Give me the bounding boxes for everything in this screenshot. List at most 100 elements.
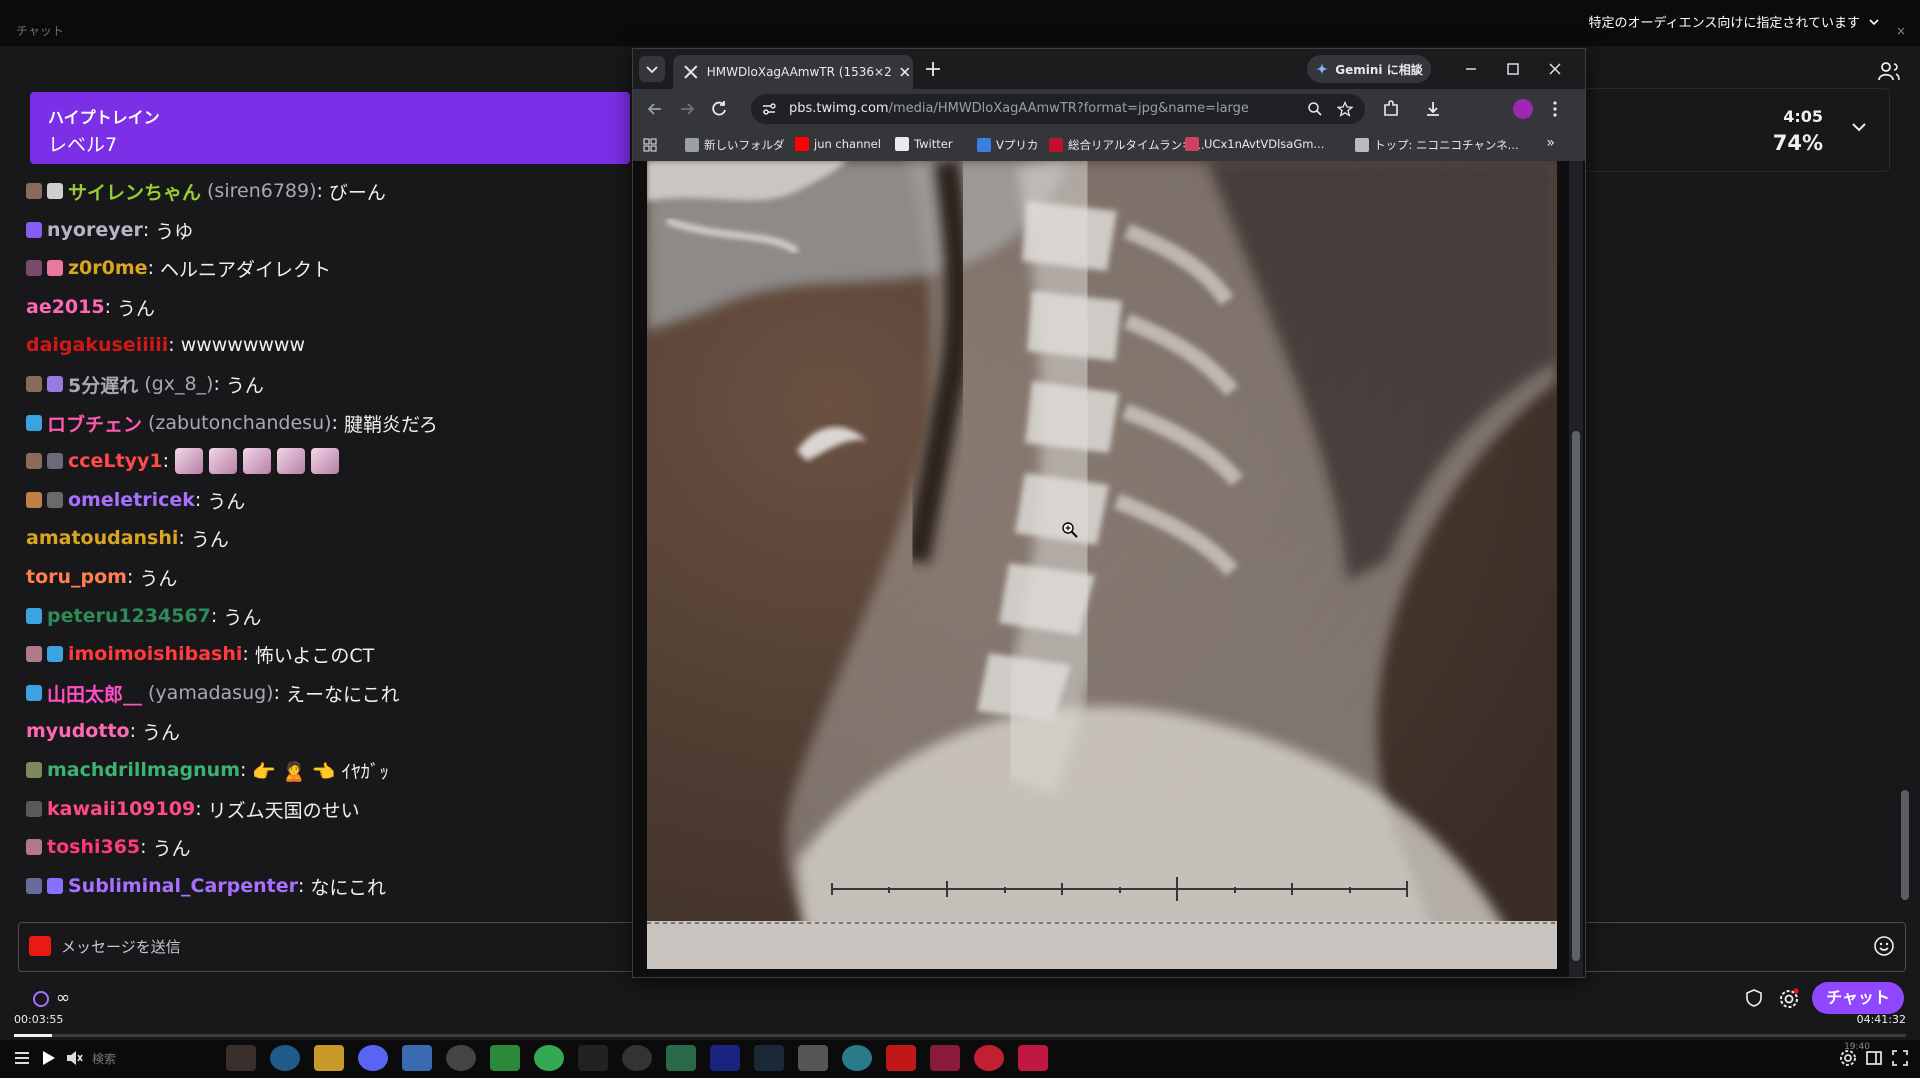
chat-username[interactable]: toshi365 <box>47 836 140 858</box>
hype-train-stats[interactable]: 4:05 74% <box>1540 88 1890 172</box>
user-badge-icon[interactable] <box>47 453 63 469</box>
app-icon[interactable] <box>798 1045 828 1071</box>
app-icon[interactable] <box>930 1045 960 1071</box>
minecraft-icon[interactable] <box>490 1045 520 1071</box>
user-badge-icon[interactable] <box>47 376 63 392</box>
app-icon[interactable] <box>886 1045 916 1071</box>
chat-username[interactable]: サイレンちゃん <box>68 178 201 205</box>
chat-emote[interactable] <box>277 448 305 474</box>
apps-grid-icon[interactable] <box>643 138 657 152</box>
chat-username[interactable]: imoimoishibashi <box>68 643 242 665</box>
more-options-icon[interactable] <box>1545 99 1565 119</box>
bookmark-item[interactable]: トップ: ニコニコチャンネ... <box>1355 137 1519 153</box>
site-info-icon[interactable] <box>761 101 777 117</box>
bookmark-item[interactable]: 総合リアルタイムランキ... <box>1049 137 1205 153</box>
browser-window[interactable]: HMWDloXagAAmwTR (1536×2 Gemini に相談 pbs.t… <box>632 48 1586 978</box>
taskbar-search[interactable]: 検索 <box>92 1050 212 1067</box>
back-arrow-icon[interactable] <box>645 99 665 119</box>
user-badge-icon[interactable] <box>26 839 42 855</box>
user-badge-icon[interactable] <box>26 415 42 431</box>
theater-mode-icon[interactable] <box>1864 1048 1884 1068</box>
browser-tab[interactable]: HMWDloXagAAmwTR (1536×2 <box>673 55 913 89</box>
chat-emote[interactable] <box>175 448 203 474</box>
new-tab-icon[interactable] <box>923 59 943 79</box>
bookmark-item[interactable]: UCx1nAvtVDlsaGm... <box>1185 137 1324 151</box>
obs-icon[interactable] <box>446 1045 476 1071</box>
chat-username[interactable]: peteru1234567 <box>47 605 211 627</box>
chevron-down-icon[interactable] <box>1849 117 1869 137</box>
bookmark-item[interactable]: Twitter <box>895 137 953 151</box>
chat-username[interactable]: cceLtyy1 <box>68 450 163 472</box>
tab-search-button[interactable] <box>639 56 665 82</box>
video-progress-bar[interactable] <box>14 1034 1906 1037</box>
chat-username[interactable]: nyoreyer <box>47 219 143 241</box>
gemini-button[interactable]: Gemini に相談 <box>1307 55 1431 83</box>
audience-dropdown[interactable]: 特定のオーディエンス向けに指定されています <box>1589 12 1880 31</box>
user-badge-icon[interactable] <box>26 762 42 778</box>
user-badge-icon[interactable] <box>26 646 42 662</box>
user-badge-icon[interactable] <box>26 260 42 276</box>
camera-icon[interactable] <box>29 936 51 956</box>
close-window-icon[interactable] <box>1545 59 1565 79</box>
app-icon[interactable] <box>622 1045 652 1071</box>
chat-user-login[interactable]: (siren6789) <box>207 180 316 202</box>
page-scrollbar[interactable] <box>1569 161 1583 977</box>
edge-icon[interactable] <box>270 1045 300 1071</box>
chat-emote[interactable] <box>311 448 339 474</box>
chat-username[interactable]: machdrillmagnum <box>47 759 240 781</box>
chat-emote[interactable] <box>243 448 271 474</box>
extensions-icon[interactable] <box>1381 99 1401 119</box>
bookmark-item[interactable]: 新しいフォルダ <box>685 137 785 153</box>
steam-icon[interactable] <box>754 1045 784 1071</box>
chat-username[interactable]: omeletricek <box>68 489 195 511</box>
reload-icon[interactable] <box>709 99 729 119</box>
chat-user-login[interactable]: (zabutonchandesu) <box>148 412 332 434</box>
maximize-icon[interactable] <box>1503 59 1523 79</box>
user-badge-icon[interactable] <box>26 183 42 199</box>
minimize-icon[interactable] <box>1461 59 1481 79</box>
user-badge-icon[interactable] <box>26 376 42 392</box>
user-badge-icon[interactable] <box>26 453 42 469</box>
app-icon[interactable] <box>974 1045 1004 1071</box>
channel-points-icon[interactable] <box>32 990 50 1008</box>
chat-user-login[interactable]: (yamadasug) <box>148 682 274 704</box>
settings-gear-icon[interactable] <box>1838 1048 1858 1068</box>
bookmark-item[interactable]: Vプリカ <box>977 137 1038 153</box>
chat-username[interactable]: Subliminal_Carpenter <box>68 875 298 897</box>
browser-icon[interactable] <box>842 1045 872 1071</box>
chat-username[interactable]: daigakuseiiiii <box>26 334 168 356</box>
shield-icon[interactable] <box>1744 988 1764 1008</box>
user-badge-icon[interactable] <box>26 492 42 508</box>
chat-username[interactable]: myudotto <box>26 720 130 742</box>
page-scrollbar-thumb[interactable] <box>1572 431 1580 961</box>
xray-image[interactable] <box>647 161 1557 969</box>
fullscreen-icon[interactable] <box>1890 1048 1910 1068</box>
playlist-icon[interactable] <box>12 1048 32 1068</box>
zoom-icon[interactable] <box>1307 101 1323 117</box>
address-bar[interactable]: pbs.twimg.com/media/HMWDloXagAAmwTR?form… <box>751 94 1365 124</box>
profile-avatar[interactable] <box>1513 99 1533 119</box>
settings-gear-icon[interactable] <box>1778 988 1800 1010</box>
drive-icon[interactable] <box>666 1045 696 1071</box>
forward-arrow-icon[interactable] <box>677 99 697 119</box>
download-icon[interactable] <box>1423 99 1443 119</box>
notepad-icon[interactable] <box>402 1045 432 1071</box>
chat-username[interactable]: amatoudanshi <box>26 527 178 549</box>
user-badge-icon[interactable] <box>47 183 63 199</box>
chrome-icon[interactable] <box>534 1045 564 1071</box>
chat-username[interactable]: ae2015 <box>26 296 105 318</box>
bookmark-item[interactable]: jun channel <box>795 137 881 151</box>
user-badge-icon[interactable] <box>26 685 42 701</box>
close-icon[interactable]: × <box>1896 24 1906 38</box>
user-badge-icon[interactable] <box>26 801 42 817</box>
emote-picker-icon[interactable] <box>1873 935 1895 957</box>
user-badge-icon[interactable] <box>26 222 42 238</box>
chat-send-button[interactable]: チャット <box>1812 982 1904 1014</box>
more-bookmarks-icon[interactable]: » <box>1546 135 1555 151</box>
community-icon[interactable] <box>1878 60 1900 82</box>
user-badge-icon[interactable] <box>47 492 63 508</box>
taskbar-app-icon[interactable] <box>226 1045 256 1071</box>
app-icon[interactable] <box>1018 1045 1048 1071</box>
user-badge-icon[interactable] <box>47 878 63 894</box>
user-badge-icon[interactable] <box>47 646 63 662</box>
